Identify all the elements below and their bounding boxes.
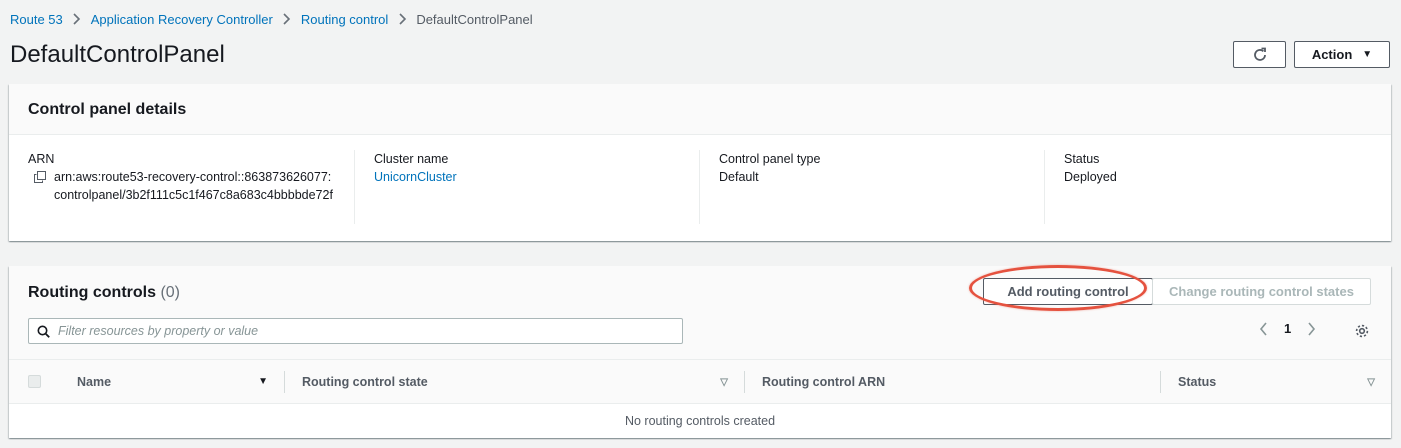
routing-controls-title: Routing controls (0) bbox=[28, 284, 180, 302]
column-name[interactable]: Name ▼ bbox=[60, 360, 284, 403]
breadcrumb-current: DefaultControlPanel bbox=[416, 11, 533, 27]
caret-down-icon: ▼ bbox=[1362, 49, 1373, 60]
select-all-checkbox[interactable] bbox=[28, 375, 41, 388]
type-value: Default bbox=[719, 170, 759, 184]
routing-controls-panel: Routing controls (0) Add routing control… bbox=[9, 265, 1391, 438]
cluster-column: Cluster name UnicornCluster bbox=[354, 150, 699, 224]
sort-down-icon: ▼ bbox=[258, 376, 268, 387]
breadcrumb-application-recovery-controller[interactable]: Application Recovery Controller bbox=[91, 12, 273, 27]
column-state[interactable]: Routing control state ▽ bbox=[284, 371, 744, 393]
refresh-button[interactable] bbox=[1233, 41, 1286, 68]
add-routing-control-button[interactable]: Add routing control bbox=[983, 278, 1153, 305]
routing-count: (0) bbox=[160, 284, 180, 301]
arn-label: ARN bbox=[28, 152, 55, 166]
status-value: Deployed bbox=[1064, 170, 1117, 184]
table-header: Name ▼ Routing control state ▽ Routing c… bbox=[9, 359, 1391, 404]
column-state-label: Routing control state bbox=[302, 375, 428, 389]
pagination: 1 bbox=[1259, 321, 1316, 336]
refresh-icon bbox=[1252, 47, 1268, 63]
sort-icon: ▽ bbox=[1367, 376, 1375, 388]
column-arn-label: Routing control ARN bbox=[762, 375, 886, 389]
search-icon bbox=[37, 325, 50, 338]
chevron-right-icon[interactable] bbox=[1307, 321, 1316, 336]
routing-title-text: Routing controls bbox=[28, 284, 156, 301]
page-title: DefaultControlPanel bbox=[10, 41, 225, 68]
empty-state: No routing controls created bbox=[624, 414, 776, 428]
change-routing-control-states-button[interactable]: Change routing control states bbox=[1152, 278, 1371, 305]
status-column: Status Deployed bbox=[1044, 150, 1389, 224]
chevron-right-icon bbox=[388, 13, 416, 25]
chevron-left-icon[interactable] bbox=[1259, 321, 1268, 336]
chevron-right-icon bbox=[63, 13, 91, 25]
breadcrumb-route53[interactable]: Route 53 bbox=[10, 12, 63, 27]
filter-input[interactable] bbox=[58, 324, 682, 338]
copy-icon[interactable] bbox=[28, 168, 48, 186]
arn-value: arn:aws:route53-recovery-control::863873… bbox=[54, 170, 333, 202]
filter-field[interactable] bbox=[28, 318, 683, 344]
gear-icon[interactable] bbox=[1354, 323, 1370, 339]
type-label: Control panel type bbox=[719, 152, 821, 166]
page-number[interactable]: 1 bbox=[1284, 321, 1291, 336]
control-panel-details: Control panel details ARN arn:aws:route5… bbox=[9, 84, 1391, 241]
action-label: Action bbox=[1311, 47, 1353, 62]
details-heading: Control panel details bbox=[9, 84, 1391, 135]
column-name-label: Name bbox=[77, 374, 112, 389]
breadcrumb-routing-control[interactable]: Routing control bbox=[301, 12, 388, 27]
chevron-right-icon bbox=[273, 13, 301, 25]
status-label: Status bbox=[1064, 152, 1100, 166]
sort-icon: ▽ bbox=[720, 376, 728, 388]
column-status[interactable]: Status ▽ bbox=[1160, 371, 1391, 393]
column-status-label: Status bbox=[1178, 375, 1217, 389]
breadcrumb: Route 53 Application Recovery Controller… bbox=[10, 10, 533, 28]
action-dropdown-button[interactable]: Action ▼ bbox=[1294, 41, 1390, 68]
cluster-label: Cluster name bbox=[374, 152, 449, 166]
column-arn[interactable]: Routing control ARN bbox=[744, 371, 1160, 393]
arn-column: ARN arn:aws:route53-recovery-control::86… bbox=[9, 150, 354, 224]
type-column: Control panel type Default bbox=[699, 150, 1044, 224]
cluster-link[interactable]: UnicornCluster bbox=[374, 170, 457, 184]
